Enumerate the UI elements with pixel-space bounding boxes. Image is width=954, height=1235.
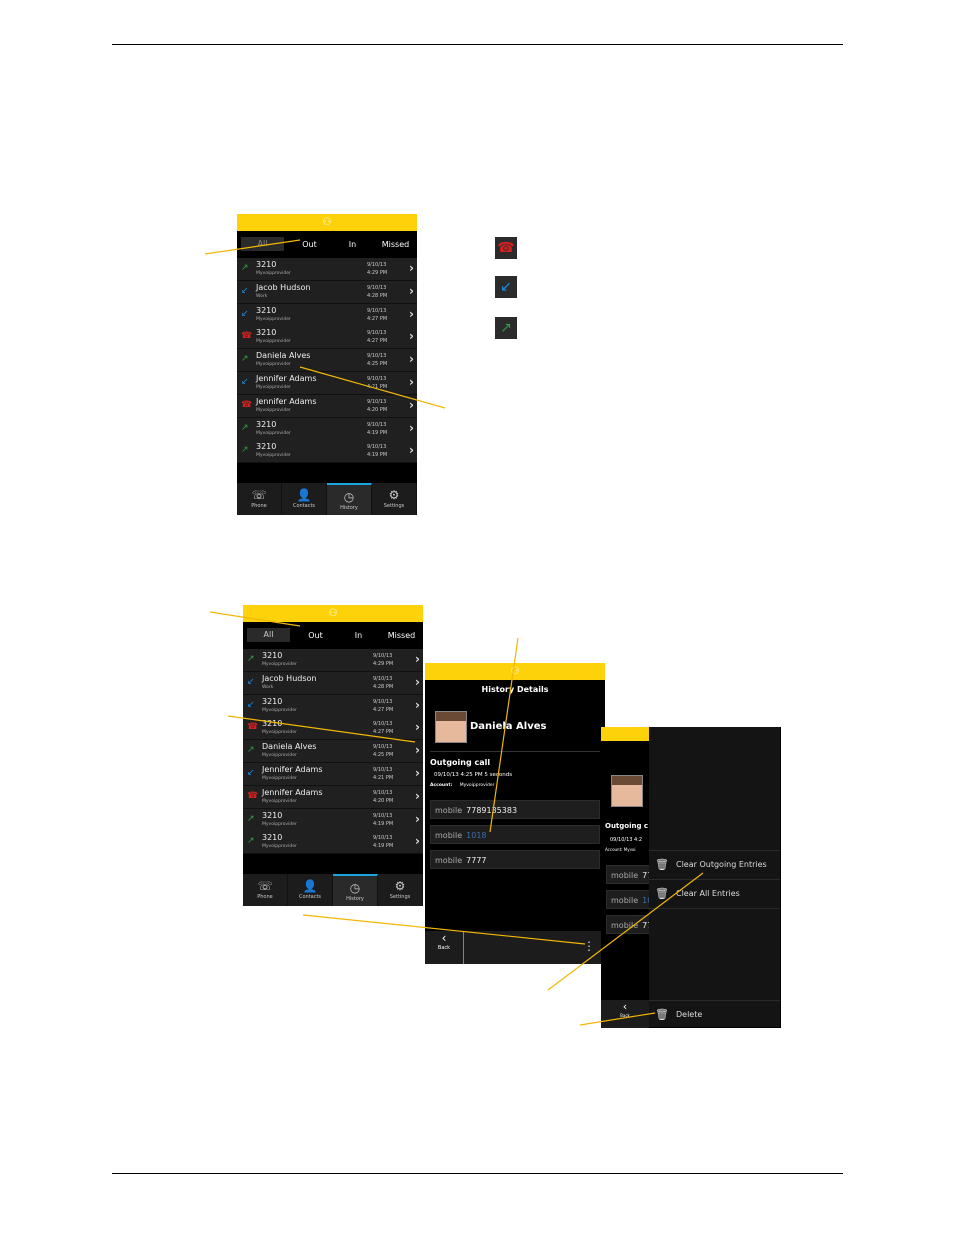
- callout-line: [227, 715, 416, 743]
- callout-line: [489, 637, 519, 833]
- document-page: ⚇ All Out In Missed ↗ 3210 Myvoipprovider 9/10/1…: [0, 0, 954, 1235]
- callout-lines: [204, 239, 704, 1026]
- callout-line: [302, 914, 586, 945]
- callout-line: [547, 872, 704, 991]
- callout-line: [209, 611, 301, 627]
- callout-line: [299, 366, 446, 409]
- callout-line: [204, 239, 301, 255]
- callout-line: [579, 1012, 656, 1026]
